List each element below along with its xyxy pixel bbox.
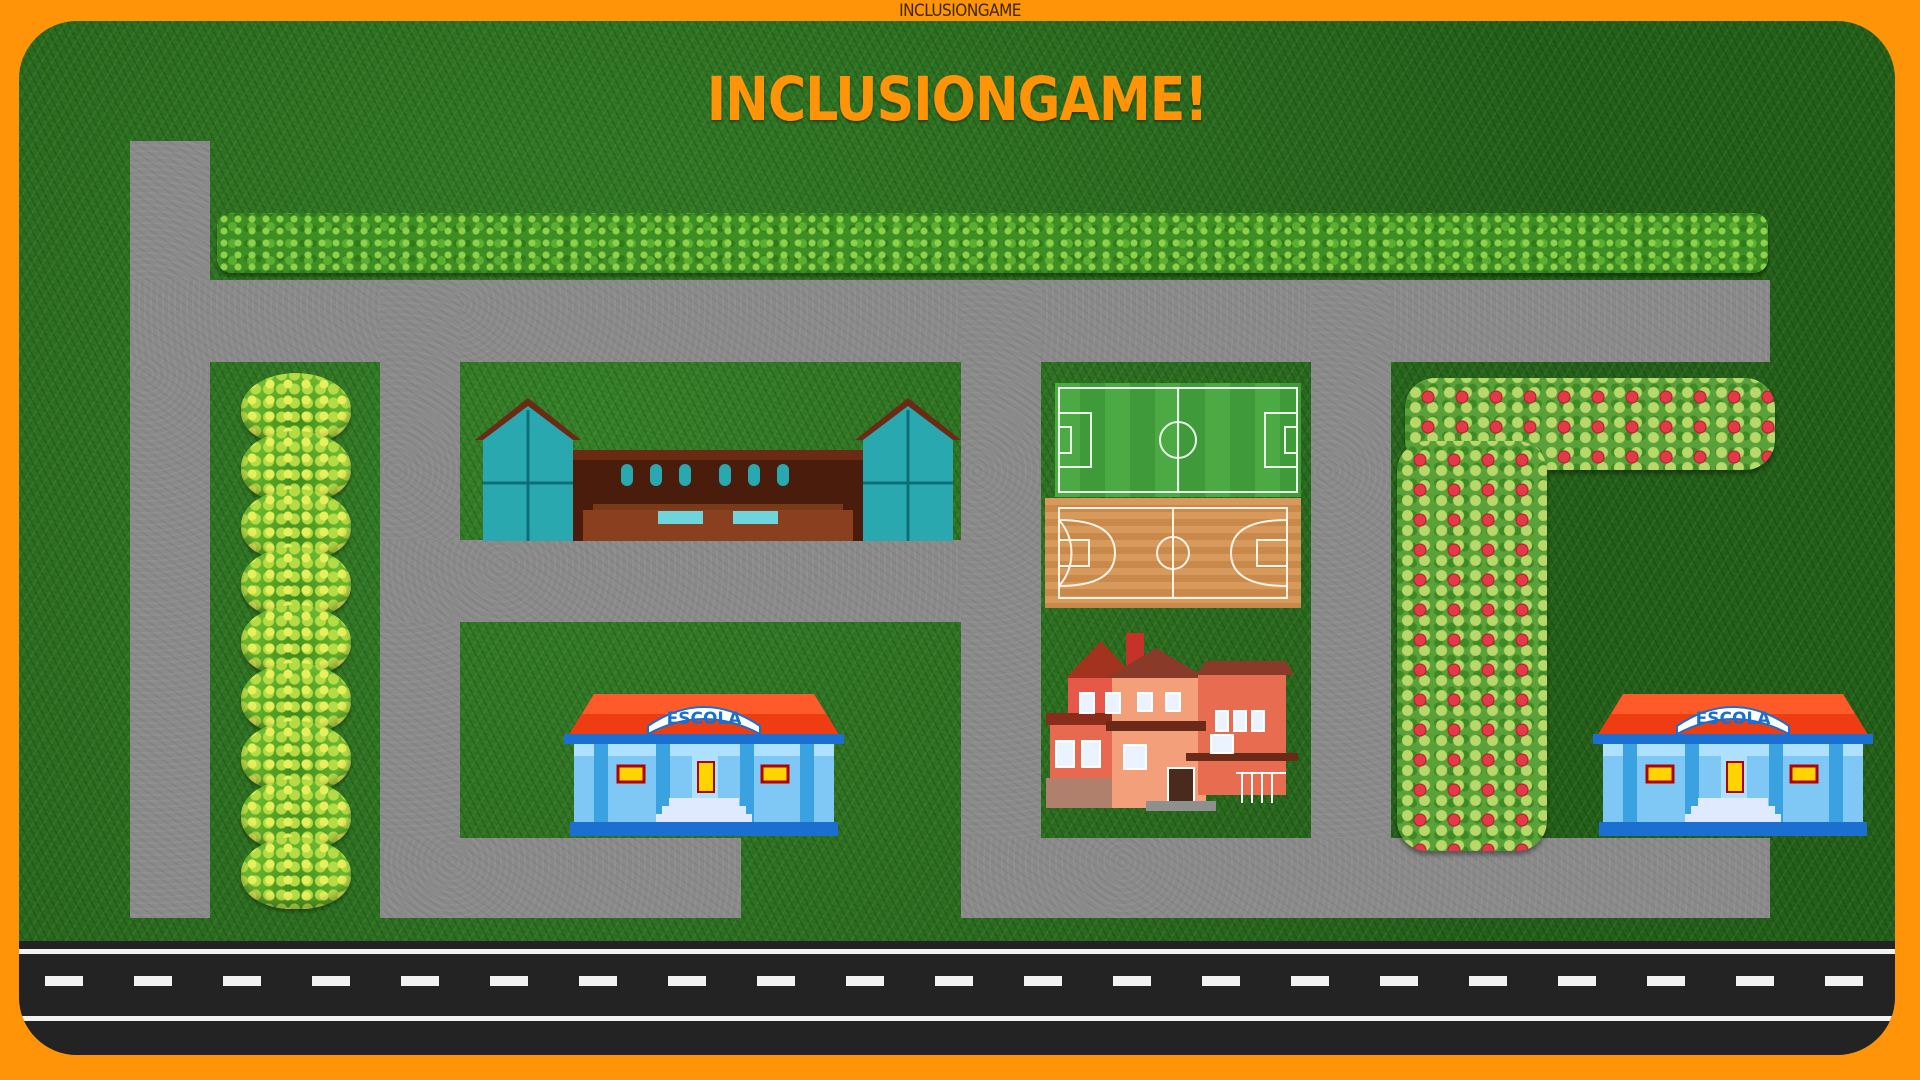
gym-building-icon[interactable] [473,398,963,543]
road-dash [1825,976,1863,986]
rose-bush-icon [1397,441,1547,851]
road-edge-line [19,1016,1895,1021]
road-dash [757,976,795,986]
road-dash [1380,976,1418,986]
road-dash [223,976,261,986]
road [19,941,1895,1055]
soccer-field-icon[interactable] [1055,383,1301,497]
hedge-icon [217,213,1768,273]
school-icon[interactable]: ESCOLA [564,686,844,838]
road-dash [45,976,83,986]
basketball-court-icon[interactable] [1045,498,1301,608]
road-dash [579,976,617,986]
bush-icon [241,837,351,909]
school-sign: ESCOLA [1696,709,1772,729]
path-top-horizontal[interactable] [130,280,1770,362]
house-icon[interactable] [1046,633,1298,813]
road-dash [401,976,439,986]
road-edge-line [19,949,1895,954]
road-dash [312,976,350,986]
road-dash [1024,976,1062,986]
school-sign: ESCOLA [667,709,743,729]
road-dash [1113,976,1151,986]
path-bottom-left[interactable] [380,838,741,918]
path-left-vertical[interactable] [130,141,210,918]
road-dash [134,976,172,986]
game-title: INCLUSIONGAME! [706,63,1209,135]
path-center-vertical[interactable] [961,280,1041,918]
road-dash [1291,976,1329,986]
road-dash [490,976,528,986]
road-dash [1202,976,1240,986]
road-dash [846,976,884,986]
path-right-vertical[interactable] [1311,280,1391,918]
road-dash [1558,976,1596,986]
road-dash [1469,976,1507,986]
road-dash [668,976,706,986]
window-title: INCLUSIONGAME [899,1,1021,21]
path-middle-horizontal[interactable] [380,540,981,622]
game-board[interactable]: INCLUSIONGAME! ESCOLA ESCOLA [19,21,1895,1055]
road-dash [1647,976,1685,986]
road-dash [1736,976,1774,986]
school-icon[interactable]: ESCOLA [1593,686,1873,838]
path-bottom-right[interactable] [961,838,1770,918]
road-dash [935,976,973,986]
